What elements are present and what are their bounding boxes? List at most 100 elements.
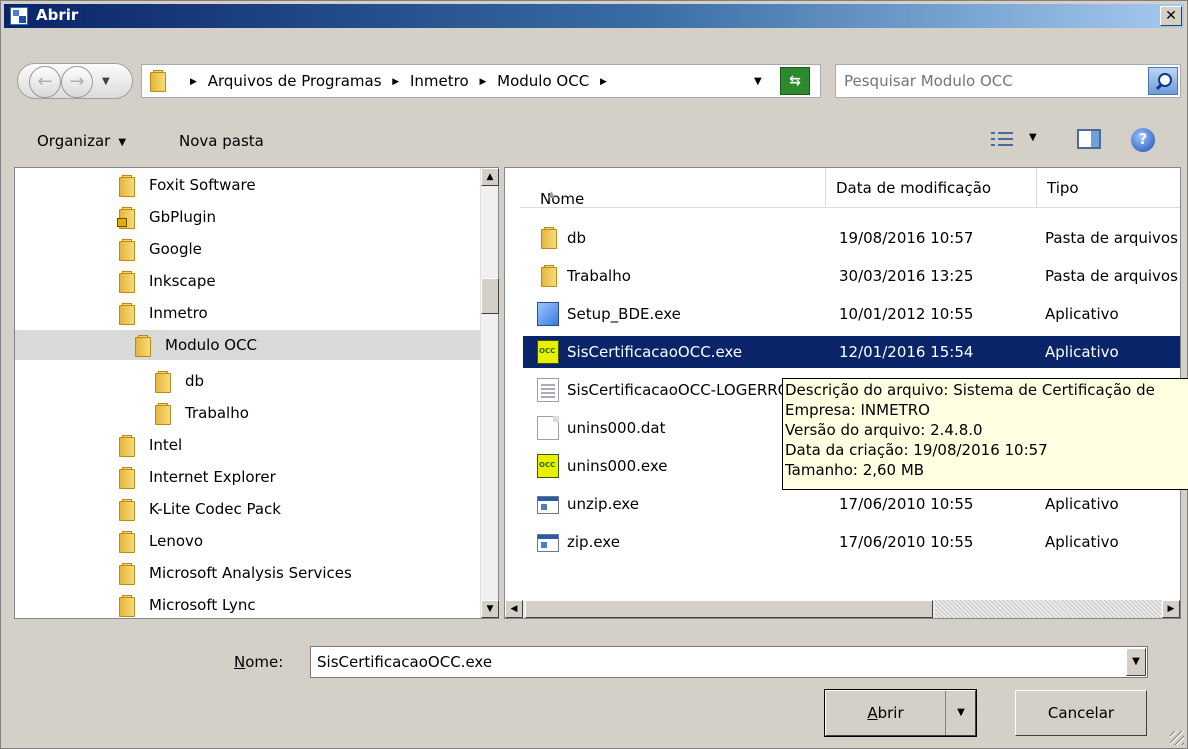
resize-grip[interactable] — [1170, 731, 1184, 745]
column-header-name[interactable]: Nome ▲ — [520, 168, 826, 208]
tree-item-label: Intel — [149, 436, 183, 454]
file-type: Pasta de arquivos — [1045, 267, 1178, 285]
app-icon — [537, 534, 559, 552]
file-name: unins000.dat — [567, 419, 666, 437]
file-row[interactable]: zip.exe 17/06/2010 10:55 Aplicativo — [531, 526, 1180, 558]
tree-item[interactable]: Google — [15, 234, 481, 264]
organize-button[interactable]: Organizar ▼ — [37, 132, 126, 150]
open-options-dropdown-icon[interactable]: ▼ — [947, 691, 975, 735]
file-row[interactable]: SisCertificacaoOCC.exe 12/01/2016 15:54 Ap… — [523, 336, 1180, 368]
file-type: Aplicativo — [1045, 495, 1119, 513]
search-input[interactable] — [844, 72, 1144, 90]
tree-item[interactable]: Inmetro — [15, 298, 481, 328]
file-list-hscrollbar[interactable]: ◀ ▶ — [505, 600, 1180, 618]
breadcrumb-modulo-occ[interactable]: Modulo OCC — [497, 72, 589, 90]
scroll-up-button[interactable]: ▲ — [481, 168, 499, 186]
filename-input[interactable] — [317, 653, 1107, 671]
filename-dropdown-icon[interactable]: ▼ — [1126, 648, 1146, 676]
file-name: zip.exe — [567, 533, 620, 551]
file-name: unins000.exe — [567, 457, 668, 475]
breadcrumb-inmetro[interactable]: Inmetro — [410, 72, 469, 90]
recent-locations-dropdown[interactable]: ▼ — [102, 76, 110, 87]
chevron-right-icon[interactable]: ▶ — [600, 77, 607, 87]
file-row[interactable]: Trabalho 30/03/2016 13:25 Pasta de arquivo… — [531, 260, 1180, 292]
file-row[interactable]: Setup_BDE.exe 10/01/2012 10:55 Aplicativo — [531, 298, 1180, 330]
occ-app-icon — [537, 454, 559, 478]
hscroll-thumb[interactable] — [525, 600, 933, 618]
occ-app-icon — [537, 340, 559, 364]
column-header-type[interactable]: Tipo — [1037, 168, 1180, 208]
tree-item-label: Foxit Software — [149, 176, 256, 194]
column-type-label: Tipo — [1047, 179, 1079, 197]
tree-item-label: Microsoft Lync — [149, 596, 256, 614]
hscroll-track[interactable] — [935, 600, 1161, 618]
tree-item[interactable]: Internet Explorer — [15, 462, 481, 492]
folder-icon — [119, 435, 137, 457]
open-button[interactable]: Abrir — [826, 691, 946, 735]
open-split-button[interactable]: Abrir ▼ — [824, 689, 977, 737]
tree-scrollbar[interactable]: ▲ ▼ — [480, 168, 499, 618]
chevron-right-icon[interactable]: ▶ — [190, 77, 197, 87]
folder-icon — [119, 303, 137, 325]
tree-item-label: K-Lite Codec Pack — [149, 500, 281, 518]
folder-icon — [119, 271, 137, 293]
app-icon — [537, 496, 559, 514]
tooltip-version: Versão do arquivo: 2.4.8.0 — [785, 421, 983, 439]
tree-item[interactable]: K-Lite Codec Pack — [15, 494, 481, 524]
scroll-thumb[interactable] — [481, 278, 499, 314]
breadcrumb-arquivos-de-programas[interactable]: Arquivos de Programas — [208, 72, 382, 90]
tree-item[interactable]: Foxit Software — [15, 170, 481, 200]
help-icon[interactable]: ? — [1131, 128, 1155, 152]
view-dropdown-icon[interactable]: ▼ — [1029, 132, 1037, 143]
tree-item[interactable]: Inkscape — [15, 266, 481, 296]
tree-item[interactable]: Lenovo — [15, 526, 481, 556]
address-dropdown-icon[interactable]: ▼ — [754, 76, 762, 87]
filename-label: Nome: — [234, 653, 284, 671]
search-icon[interactable] — [1148, 67, 1178, 95]
tree-item[interactable]: db — [15, 366, 481, 396]
tree-item-label: Modulo OCC — [165, 336, 258, 354]
column-header-date[interactable]: Data de modificação — [826, 168, 1037, 208]
file-date: 12/01/2016 15:54 — [839, 343, 974, 361]
view-options-icon[interactable] — [991, 130, 1013, 148]
file-row[interactable]: db 19/08/2016 10:57 Pasta de arquivos — [531, 222, 1180, 254]
tree-item-label: GbPlugin — [149, 208, 217, 226]
tooltip-size: Tamanho: 2,60 MB — [785, 461, 925, 479]
chevron-down-icon: ▼ — [118, 137, 127, 148]
cancel-button[interactable]: Cancelar — [1015, 690, 1147, 736]
tree-item[interactable]: Microsoft Analysis Services — [15, 558, 481, 588]
folder-icon — [155, 371, 173, 393]
file-type: Aplicativo — [1045, 343, 1119, 361]
file-row[interactable]: unzip.exe 17/06/2010 10:55 Aplicativo — [531, 488, 1180, 520]
command-toolbar: Organizar ▼ Nova pasta ▼ ? — [9, 113, 1181, 159]
refresh-icon[interactable]: ⇆ — [780, 67, 810, 95]
tree-item[interactable]: Intel — [15, 430, 481, 460]
chevron-right-icon[interactable]: ▶ — [479, 77, 486, 87]
file-date: 17/06/2010 10:55 — [839, 495, 974, 513]
back-button[interactable]: ← — [29, 66, 61, 98]
close-button[interactable]: ✕ — [1160, 6, 1182, 26]
file-icon — [537, 416, 559, 440]
preview-pane-icon[interactable] — [1077, 129, 1101, 149]
filename-combobox[interactable]: ▼ — [310, 646, 1148, 678]
column-date-label: Data de modificação — [836, 179, 992, 197]
file-date: 17/06/2010 10:55 — [839, 533, 974, 551]
address-bar[interactable]: ▶ Arquivos de Programas ▶ Inmetro ▶ Modu… — [141, 64, 821, 98]
scroll-left-button[interactable]: ◀ — [505, 600, 523, 618]
tooltip-description: Descrição do arquivo: Sistema de Certifi… — [785, 381, 1155, 399]
scroll-down-button[interactable]: ▼ — [481, 600, 499, 618]
search-box[interactable] — [835, 64, 1181, 98]
file-type: Aplicativo — [1045, 305, 1119, 323]
title-bar[interactable]: Abrir ✕ — [4, 4, 1184, 28]
tree-item[interactable]: Trabalho — [15, 398, 481, 428]
tree-item[interactable]: Microsoft Lync — [15, 590, 481, 620]
folder-icon — [541, 265, 559, 287]
forward-button[interactable]: → — [61, 66, 93, 98]
tree-item-label: db — [185, 372, 205, 390]
tree-item[interactable]: Modulo OCC — [15, 330, 481, 360]
new-folder-button[interactable]: Nova pasta — [179, 132, 264, 150]
chevron-right-icon[interactable]: ▶ — [392, 77, 399, 87]
tree-item[interactable]: GbPlugin — [15, 202, 481, 232]
scroll-right-button[interactable]: ▶ — [1162, 600, 1180, 618]
folder-icon — [541, 227, 559, 249]
